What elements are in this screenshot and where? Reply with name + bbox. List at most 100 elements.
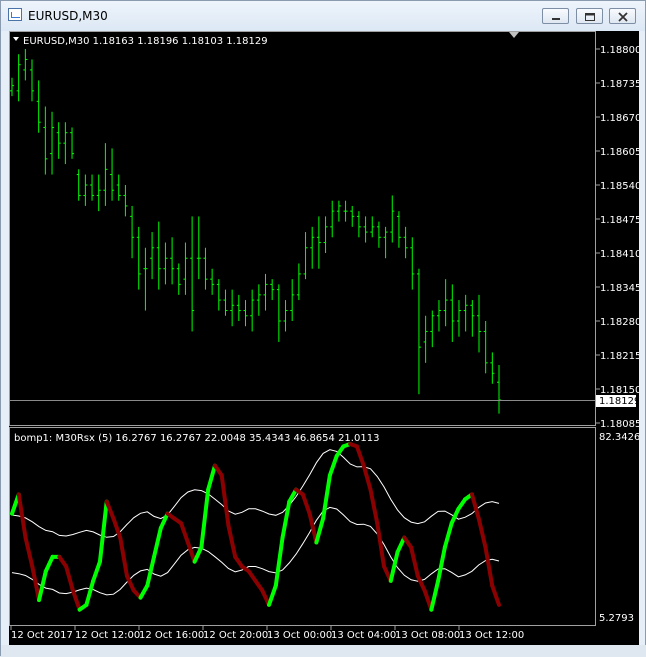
price-bar bbox=[216, 279, 221, 311]
price-bar bbox=[490, 352, 495, 384]
price-bar bbox=[436, 300, 441, 332]
price-bar bbox=[10, 77, 14, 97]
close-button[interactable] bbox=[609, 8, 636, 24]
time-axis-label: 13 Oct 12:00 bbox=[459, 630, 524, 641]
price-axis-label: 1.18215 bbox=[600, 351, 639, 362]
rsx-segment bbox=[97, 499, 109, 564]
rsx-segment bbox=[70, 588, 82, 612]
time-axis: 12 Oct 2017 12 Oct 12:0012 Oct 16:0012 Oc… bbox=[10, 626, 524, 641]
price-bar bbox=[476, 294, 481, 353]
main-pane-border bbox=[9, 31, 596, 426]
time-axis-label: 12 Oct 12:00 bbox=[75, 630, 140, 641]
chart-window: EURUSD,M30 EURUSD,M30 1.18163 1.18196 1.… bbox=[0, 0, 646, 657]
price-bars bbox=[10, 49, 501, 414]
rsx-segment bbox=[449, 506, 461, 526]
price-bar bbox=[443, 279, 448, 327]
main-chart-header: EURUSD,M30 1.18163 1.18196 1.18103 1.181… bbox=[23, 36, 268, 47]
rsx-segment bbox=[199, 487, 211, 550]
price-bar bbox=[170, 237, 175, 285]
indicator-pane-border bbox=[9, 427, 596, 626]
price-bar bbox=[103, 143, 108, 206]
rsx-segment bbox=[206, 463, 217, 492]
price-bar bbox=[403, 226, 408, 259]
rsx-segment bbox=[179, 521, 190, 545]
price-bar bbox=[90, 174, 95, 201]
price-bar bbox=[36, 80, 41, 133]
chart-canvas[interactable]: EURUSD,M30 1.18163 1.18196 1.18103 1.181… bbox=[9, 31, 639, 645]
time-axis-label: 13 Oct 08:00 bbox=[395, 630, 460, 641]
price-bar bbox=[156, 221, 161, 290]
price-bar bbox=[230, 289, 235, 327]
price-bar bbox=[390, 195, 395, 243]
rsx-segment bbox=[84, 578, 96, 607]
price-bar bbox=[136, 226, 141, 290]
price-bar bbox=[96, 174, 101, 212]
indicator-min-label: 5.2793 bbox=[599, 613, 634, 624]
rsx-segment bbox=[361, 463, 373, 492]
rsx-segment bbox=[490, 583, 501, 607]
restore-button[interactable] bbox=[576, 8, 603, 24]
price-bar bbox=[323, 216, 328, 253]
price-axis-label: 1.18475 bbox=[600, 215, 639, 226]
price-axis-label: 1.18605 bbox=[600, 147, 639, 158]
price-bar bbox=[463, 294, 468, 332]
symbol-menu-icon[interactable] bbox=[13, 37, 19, 41]
rsx-segment bbox=[415, 574, 427, 593]
price-bar bbox=[376, 221, 381, 248]
title-bar[interactable]: EURUSD,M30 bbox=[1, 1, 645, 31]
price-bar bbox=[56, 122, 61, 159]
price-axis-label: 1.18800 bbox=[600, 45, 639, 56]
price-axis: 1.18800 1.18735 1.18670 1.18605 1.18540 1.184… bbox=[596, 45, 639, 430]
rsx-segment bbox=[375, 521, 387, 569]
price-bar bbox=[423, 315, 428, 363]
price-axis-label: 1.18410 bbox=[600, 249, 639, 260]
chart-shift-marker[interactable] bbox=[509, 32, 519, 38]
price-bar bbox=[210, 268, 215, 295]
tab-strip[interactable] bbox=[1, 645, 646, 657]
price-bar bbox=[30, 59, 35, 102]
rsx-segment bbox=[138, 583, 150, 600]
rsx-segment bbox=[395, 535, 407, 555]
time-axis-label: 12 Oct 2017 bbox=[11, 630, 73, 641]
indicator-max-label: 82.3426 bbox=[599, 432, 639, 443]
price-bar bbox=[316, 216, 321, 269]
rsx-segment bbox=[192, 545, 204, 564]
price-bar bbox=[497, 364, 501, 414]
price-bar bbox=[336, 200, 341, 222]
rsx-segment bbox=[118, 535, 129, 579]
price-bar bbox=[196, 216, 201, 280]
price-bar bbox=[483, 321, 488, 374]
rsx-segment bbox=[111, 516, 123, 540]
price-bar bbox=[290, 279, 295, 321]
time-axis-label: 13 Oct 00:00 bbox=[267, 630, 332, 641]
time-axis-label: 12 Oct 16:00 bbox=[139, 630, 204, 641]
price-bar bbox=[130, 205, 135, 259]
rsx-segment bbox=[442, 521, 454, 550]
price-bar bbox=[243, 300, 248, 327]
restore-icon bbox=[585, 13, 595, 21]
upper-band bbox=[11, 449, 500, 538]
price-bar bbox=[456, 300, 461, 337]
price-bar bbox=[310, 226, 315, 269]
price-axis-label: 1.18540 bbox=[600, 181, 639, 192]
rsx-segment bbox=[476, 516, 488, 550]
chart-area[interactable]: EURUSD,M30 1.18163 1.18196 1.18103 1.181… bbox=[9, 31, 639, 645]
price-bar bbox=[330, 200, 335, 238]
close-icon bbox=[618, 12, 628, 22]
price-bar bbox=[296, 263, 301, 301]
rsx-segment bbox=[429, 578, 441, 612]
price-axis-label: 1.18150 bbox=[600, 385, 639, 396]
price-bar bbox=[123, 185, 128, 217]
rsx-segment bbox=[43, 554, 55, 574]
price-bar bbox=[370, 216, 375, 238]
minimize-button[interactable] bbox=[542, 8, 569, 24]
price-bar bbox=[110, 148, 115, 201]
rsx-segment bbox=[409, 545, 420, 579]
price-bar bbox=[416, 268, 421, 395]
price-bar bbox=[83, 174, 88, 206]
rsx-segment bbox=[152, 526, 163, 559]
price-bar bbox=[396, 211, 401, 248]
rsx-segment bbox=[219, 473, 231, 528]
price-bar bbox=[256, 284, 261, 316]
rsx-segment bbox=[314, 516, 326, 545]
